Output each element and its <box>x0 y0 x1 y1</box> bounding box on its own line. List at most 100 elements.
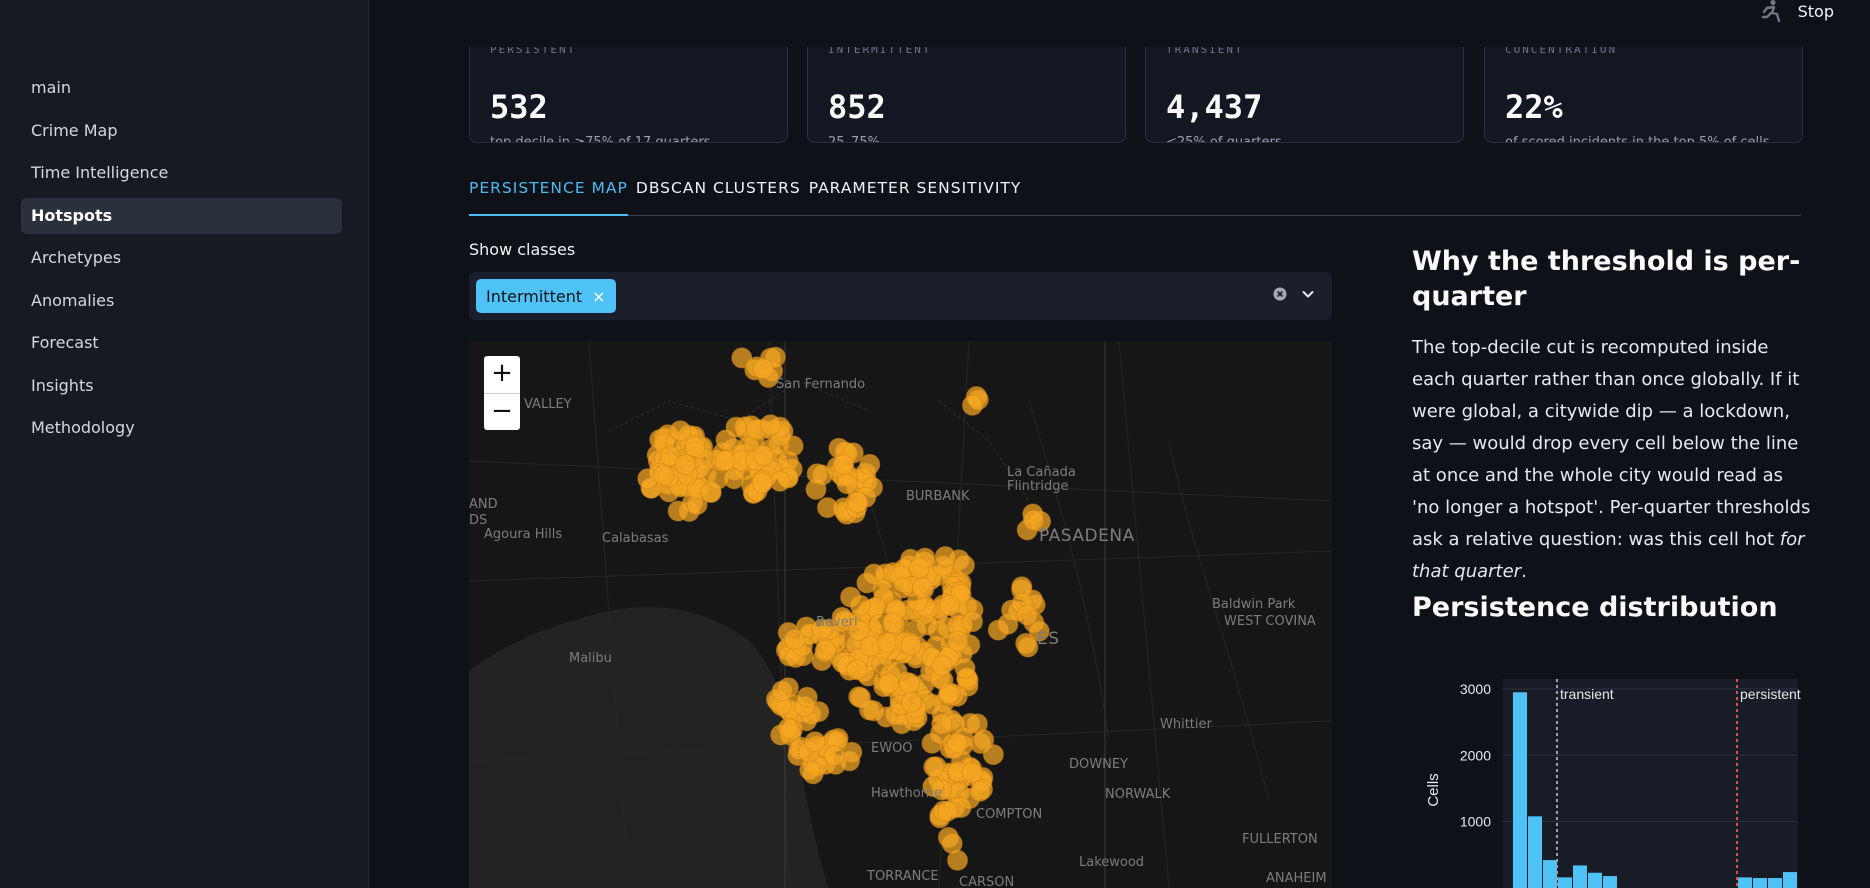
histogram-bar <box>1528 816 1542 888</box>
stop-button[interactable]: Stop <box>1798 2 1834 21</box>
hotspot-point <box>667 500 689 522</box>
map-label: CARSON <box>959 875 1015 888</box>
tab-persistence-map[interactable]: PERSISTENCE MAP <box>469 174 628 216</box>
hotspot-point <box>669 420 691 442</box>
histogram-bar <box>1573 865 1587 888</box>
hotspot-point <box>898 672 920 694</box>
zoom-out-button[interactable]: − <box>484 393 520 430</box>
sidebar: main Crime Map Time Intelligence Hotspot… <box>0 0 369 888</box>
histogram-bar <box>1753 878 1767 888</box>
chip-label: Intermittent <box>486 286 583 306</box>
map-label: PASADENA <box>1039 526 1135 546</box>
hotspot-point <box>908 557 930 579</box>
metric-value: 4,437 <box>1166 88 1263 126</box>
y-tick-label: 2000 <box>1460 747 1491 763</box>
map-label: DOWNEY <box>1069 757 1128 772</box>
hotspot-point <box>751 472 773 494</box>
chip-remove-icon[interactable]: × <box>592 287 605 306</box>
hotspot-point <box>778 717 799 739</box>
sidebar-item-main[interactable]: main <box>21 70 342 106</box>
hotspot-point <box>959 712 981 734</box>
metric-caption: top decile in ≥75% of 17 quarters <box>490 135 711 143</box>
run-status: Stop <box>1758 0 1834 23</box>
map-label: ES <box>1037 629 1060 649</box>
explainer-text-end: . <box>1521 561 1527 582</box>
metric-value: 532 <box>490 88 548 126</box>
explainer-title: Why the threshold is per-quarter <box>1412 246 1801 312</box>
map-label: NORWALK <box>1105 787 1171 802</box>
hotspot-point <box>923 756 945 778</box>
map-label: EWOO <box>871 741 913 756</box>
sidebar-item-time-intelligence[interactable]: Time Intelligence <box>21 155 342 191</box>
hotspot-point <box>953 554 975 576</box>
tab-dbscan-clusters[interactable]: DBSCAN CLUSTERS <box>636 174 801 216</box>
map-label: TORRANCE <box>867 869 939 884</box>
sidebar-item-crime-map[interactable]: Crime Map <box>21 113 342 149</box>
hotspot-point <box>856 572 878 594</box>
clear-all-icon[interactable] <box>1272 286 1288 302</box>
map-label: Beverl <box>816 615 858 630</box>
map-label: BURBANK <box>906 489 970 504</box>
zoom-controls: + − <box>484 356 520 430</box>
hotspot-point <box>723 468 745 490</box>
hotspot-point <box>969 780 991 802</box>
sidebar-item-insights[interactable]: Insights <box>21 368 342 404</box>
sidebar-item-methodology[interactable]: Methodology <box>21 410 342 446</box>
hotspot-point <box>878 673 900 695</box>
threshold-label: transient <box>1560 686 1614 702</box>
selected-class-chip[interactable]: Intermittent × <box>476 279 616 313</box>
zoom-in-button[interactable]: + <box>484 356 520 393</box>
hotspot-point <box>954 657 976 679</box>
running-person-icon <box>1761 0 1780 23</box>
hotspot-point <box>921 732 943 754</box>
sidebar-nav: main Crime Map Time Intelligence Hotspot… <box>21 70 342 453</box>
metric-value: 22% <box>1505 88 1563 126</box>
hotspot-point <box>836 473 858 495</box>
metric-caption: 25–75% <box>828 135 880 143</box>
map-label: FULLERTON <box>1242 832 1318 847</box>
hotspot-point <box>846 659 868 681</box>
sidebar-item-anomalies[interactable]: Anomalies <box>21 283 342 319</box>
persistence-map[interactable]: San Fernando VALLEY AND DS Agoura Hills … <box>469 341 1332 888</box>
hotspot-point <box>931 713 953 735</box>
tab-parameter-sensitivity[interactable]: PARAMETER SENSITIVITY <box>809 174 1022 216</box>
chevron-down-icon[interactable] <box>1300 286 1316 302</box>
map-label: Hawthorne <box>871 786 943 801</box>
hotspot-point <box>900 691 922 713</box>
class-multiselect[interactable]: Intermittent × <box>469 272 1332 320</box>
sidebar-item-archetypes[interactable]: Archetypes <box>21 240 342 276</box>
hotspot-point <box>753 445 775 467</box>
hotspot-point <box>947 732 968 754</box>
map-label: Agoura Hills <box>484 527 563 542</box>
metric-caption: of scored incidents in the top 5% of cel… <box>1505 135 1770 143</box>
hotspot-point <box>962 611 983 633</box>
histogram-bar <box>1783 872 1797 888</box>
map-label: DS <box>469 513 488 528</box>
y-tick-label: 1000 <box>1460 814 1491 830</box>
histogram-bar <box>1543 860 1557 888</box>
metric-caption: <25% of quarters <box>1166 135 1282 143</box>
hotspot-point <box>684 436 706 458</box>
hotspot-point <box>1016 604 1038 626</box>
distribution-title: Persistence distribution <box>1412 592 1778 623</box>
hotspot-point <box>1017 636 1039 658</box>
sidebar-item-hotspots[interactable]: Hotspots <box>21 197 342 234</box>
y-axis-label: Cells <box>1425 773 1442 806</box>
hotspot-point <box>714 450 736 472</box>
map-label: Whittier <box>1160 717 1212 732</box>
map-basemap <box>469 341 1332 888</box>
map-label: COMPTON <box>976 807 1043 822</box>
y-tick-label: 3000 <box>1460 681 1491 697</box>
hotspot-point <box>715 429 737 451</box>
metric-value: 852 <box>828 88 886 126</box>
hotspot-point <box>799 759 821 781</box>
hotspot-point <box>811 464 833 486</box>
hotspot-point <box>769 470 791 492</box>
sidebar-item-forecast[interactable]: Forecast <box>21 325 342 361</box>
hotspot-point <box>675 454 696 476</box>
map-label: Lakewood <box>1079 855 1145 870</box>
hotspot-point <box>947 630 969 652</box>
tab-bar: PERSISTENCE MAP DBSCAN CLUSTERS PARAMETE… <box>469 174 1801 216</box>
hotspot-point <box>934 546 956 567</box>
map-label: Calabasas <box>602 531 669 546</box>
